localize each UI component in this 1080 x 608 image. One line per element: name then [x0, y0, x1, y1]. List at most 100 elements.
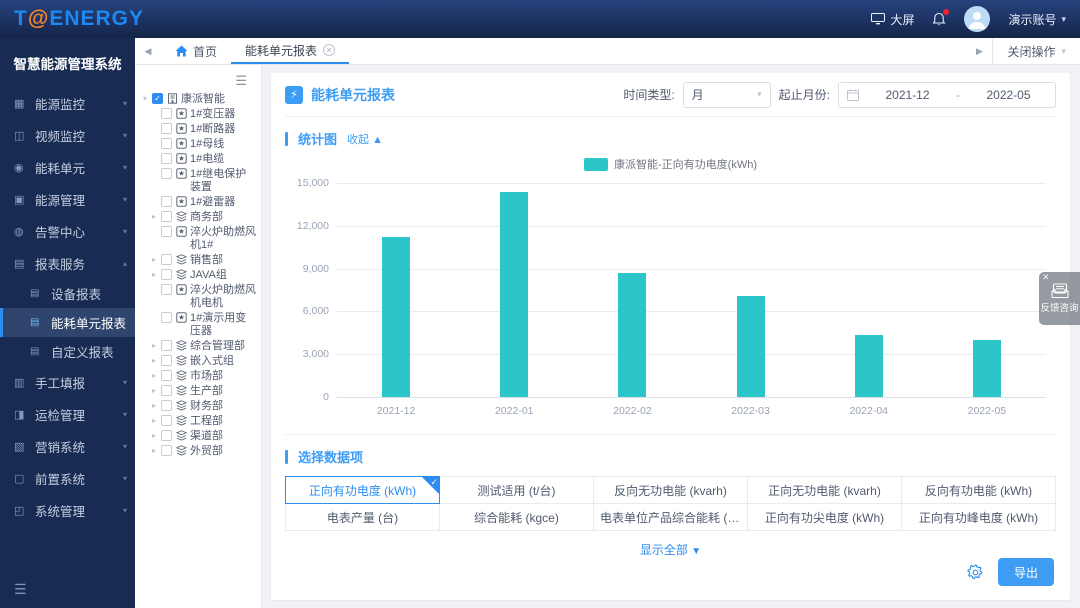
show-all-button[interactable]: 显示全部 ▼	[285, 541, 1056, 558]
data-item-cell[interactable]: 反向无功电能 (kvarh)	[594, 477, 748, 504]
feedback-widget[interactable]: ✕ 反馈咨询	[1039, 272, 1080, 325]
bar-2022-05[interactable]	[973, 340, 1001, 397]
checkbox-unchecked[interactable]	[161, 312, 172, 323]
tree-node[interactable]: ▸市场部	[152, 370, 257, 383]
sidebar-item-alarm-center[interactable]: ◍告警中心▾	[0, 215, 135, 247]
tree-node[interactable]: ▸财务部	[152, 400, 257, 413]
tree-expand-icon[interactable]: ▸	[152, 254, 161, 266]
tab-active[interactable]: 能耗单元报表 ×	[231, 38, 349, 64]
sidebar-item-energy-monitor[interactable]: ▦能源监控▾	[0, 87, 135, 119]
tree-node[interactable]: ▸商务部	[152, 211, 257, 224]
checkbox-unchecked[interactable]	[161, 108, 172, 119]
sidebar-item-front-system[interactable]: ▢前置系统▾	[0, 462, 135, 494]
sidebar-subitem[interactable]: ▤自定义报表	[0, 337, 135, 366]
tabs-scroll-right-icon[interactable]: ▶	[966, 38, 992, 64]
chart-legend[interactable]: 康派智能-正向有功电度(kWh)	[285, 156, 1056, 172]
export-button[interactable]: 导出	[998, 558, 1054, 586]
data-item-cell[interactable]: 正向有功电度 (kWh)✓	[286, 477, 440, 504]
collapse-toggle[interactable]: 收起 ▲	[347, 131, 383, 147]
bar-2022-04[interactable]	[855, 335, 883, 397]
tree-node[interactable]: 淬火炉助燃风机1#	[152, 226, 257, 252]
checkbox-unchecked[interactable]	[161, 211, 172, 222]
tree-node[interactable]: 1#母线	[152, 138, 257, 151]
tree-node[interactable]: ▸嵌入式组	[152, 355, 257, 368]
checkbox-unchecked[interactable]	[161, 153, 172, 164]
tab-close-icon[interactable]: ×	[323, 44, 335, 56]
checkbox-unchecked[interactable]	[161, 226, 172, 237]
checkbox-unchecked[interactable]	[161, 138, 172, 149]
account-menu[interactable]: 演示账号 ▾	[1008, 11, 1066, 28]
bar-2022-02[interactable]	[618, 273, 646, 397]
data-item-cell[interactable]: 电表产量 (台)	[286, 504, 440, 531]
checkbox-unchecked[interactable]	[161, 355, 172, 366]
tree-expand-icon[interactable]: ▸	[152, 355, 161, 367]
sidebar-subitem[interactable]: ▤设备报表	[0, 279, 135, 308]
checkbox-unchecked[interactable]	[161, 430, 172, 441]
tree-node[interactable]: 1#变压器	[152, 108, 257, 121]
checkbox-unchecked[interactable]	[161, 340, 172, 351]
sidebar-item-system-mgmt[interactable]: ◰系统管理▾	[0, 494, 135, 526]
big-screen-button[interactable]: 大屏	[871, 11, 914, 28]
tree-expand-icon[interactable]: ▸	[152, 269, 161, 281]
checkbox-checked[interactable]: ✓	[152, 93, 163, 104]
sidebar-item-video-monitor[interactable]: ◫视频监控▾	[0, 119, 135, 151]
checkbox-unchecked[interactable]	[161, 269, 172, 280]
sidebar-collapse-icon[interactable]: ☰	[14, 581, 27, 598]
sidebar-item-manual-entry[interactable]: ▥手工填报▾	[0, 366, 135, 398]
close-operations-menu[interactable]: 关闭操作 ▾	[992, 38, 1080, 64]
tree-expand-icon[interactable]: ▸	[152, 430, 161, 442]
tree-expand-icon[interactable]: ▸	[152, 211, 161, 223]
tree-expand-icon[interactable]: ▸	[152, 370, 161, 382]
home-tab[interactable]: 首页	[161, 38, 231, 64]
checkbox-unchecked[interactable]	[161, 385, 172, 396]
tree-node[interactable]: ▸生产部	[152, 385, 257, 398]
tree-node[interactable]: ▸渠道部	[152, 430, 257, 443]
tree-expand-icon[interactable]: ▸	[152, 385, 161, 397]
tree-expand-icon[interactable]: ▸	[152, 415, 161, 427]
sidebar-item-inspection-mgmt[interactable]: ◨运检管理▾	[0, 398, 135, 430]
tabs-scroll-left-icon[interactable]: ◀	[135, 38, 161, 64]
month-range-picker[interactable]: 2021-12 - 2022-05	[838, 82, 1056, 108]
sidebar-item-report-service[interactable]: ▤报表服务▴	[0, 247, 135, 279]
tree-node[interactable]: 1#断路器	[152, 123, 257, 136]
checkbox-unchecked[interactable]	[161, 445, 172, 456]
close-icon[interactable]: ✕	[1042, 273, 1050, 282]
gear-icon[interactable]	[967, 564, 984, 581]
tree-node[interactable]: 1#电缆	[152, 153, 257, 166]
checkbox-unchecked[interactable]	[161, 168, 172, 179]
data-item-cell[interactable]: 反向有功电能 (kWh)	[902, 477, 1056, 504]
data-item-cell[interactable]: 正向有功峰电度 (kWh)	[902, 504, 1056, 531]
sidebar-subitem[interactable]: ▤能耗单元报表	[0, 308, 135, 337]
sidebar-item-energy-mgmt[interactable]: ▣能源管理▾	[0, 183, 135, 215]
checkbox-unchecked[interactable]	[161, 415, 172, 426]
tree-node[interactable]: 1#演示用变压器	[152, 312, 257, 338]
checkbox-unchecked[interactable]	[161, 400, 172, 411]
avatar[interactable]	[964, 6, 990, 32]
tree-expand-icon[interactable]: ▸	[152, 400, 161, 412]
tree-expand-icon[interactable]: ▸	[152, 340, 161, 352]
data-item-cell[interactable]: 电表单位产品综合能耗 (kgce/...	[594, 504, 748, 531]
checkbox-unchecked[interactable]	[161, 123, 172, 134]
checkbox-unchecked[interactable]	[161, 196, 172, 207]
bar-2022-01[interactable]	[500, 192, 528, 397]
tree-node[interactable]: 1#避雷器	[152, 196, 257, 209]
checkbox-unchecked[interactable]	[161, 284, 172, 295]
checkbox-unchecked[interactable]	[161, 370, 172, 381]
tree-node[interactable]: ▸销售部	[152, 254, 257, 267]
tree-root-node[interactable]: ▾✓康派智能	[143, 93, 257, 106]
tree-node[interactable]: 淬火炉助燃风机电机	[152, 284, 257, 310]
tree-node[interactable]: ▸工程部	[152, 415, 257, 428]
bar-2022-03[interactable]	[737, 296, 765, 397]
tree-node[interactable]: ▸JAVA组	[152, 269, 257, 282]
tree-node[interactable]: ▸外贸部	[152, 445, 257, 458]
tree-node[interactable]: ▸综合管理部	[152, 340, 257, 353]
sidebar-item-marketing-system[interactable]: ▧营销系统▾	[0, 430, 135, 462]
data-item-cell[interactable]: 测试适用 (t/台)	[440, 477, 594, 504]
data-item-cell[interactable]: 正向无功电能 (kvarh)	[748, 477, 902, 504]
data-item-cell[interactable]: 正向有功尖电度 (kWh)	[748, 504, 902, 531]
checkbox-unchecked[interactable]	[161, 254, 172, 265]
tree-collapse-icon[interactable]: ☰	[143, 71, 257, 93]
notification-button[interactable]	[932, 12, 946, 27]
data-item-cell[interactable]: 综合能耗 (kgce)	[440, 504, 594, 531]
sidebar-item-energy-unit[interactable]: ◉能耗单元▾	[0, 151, 135, 183]
